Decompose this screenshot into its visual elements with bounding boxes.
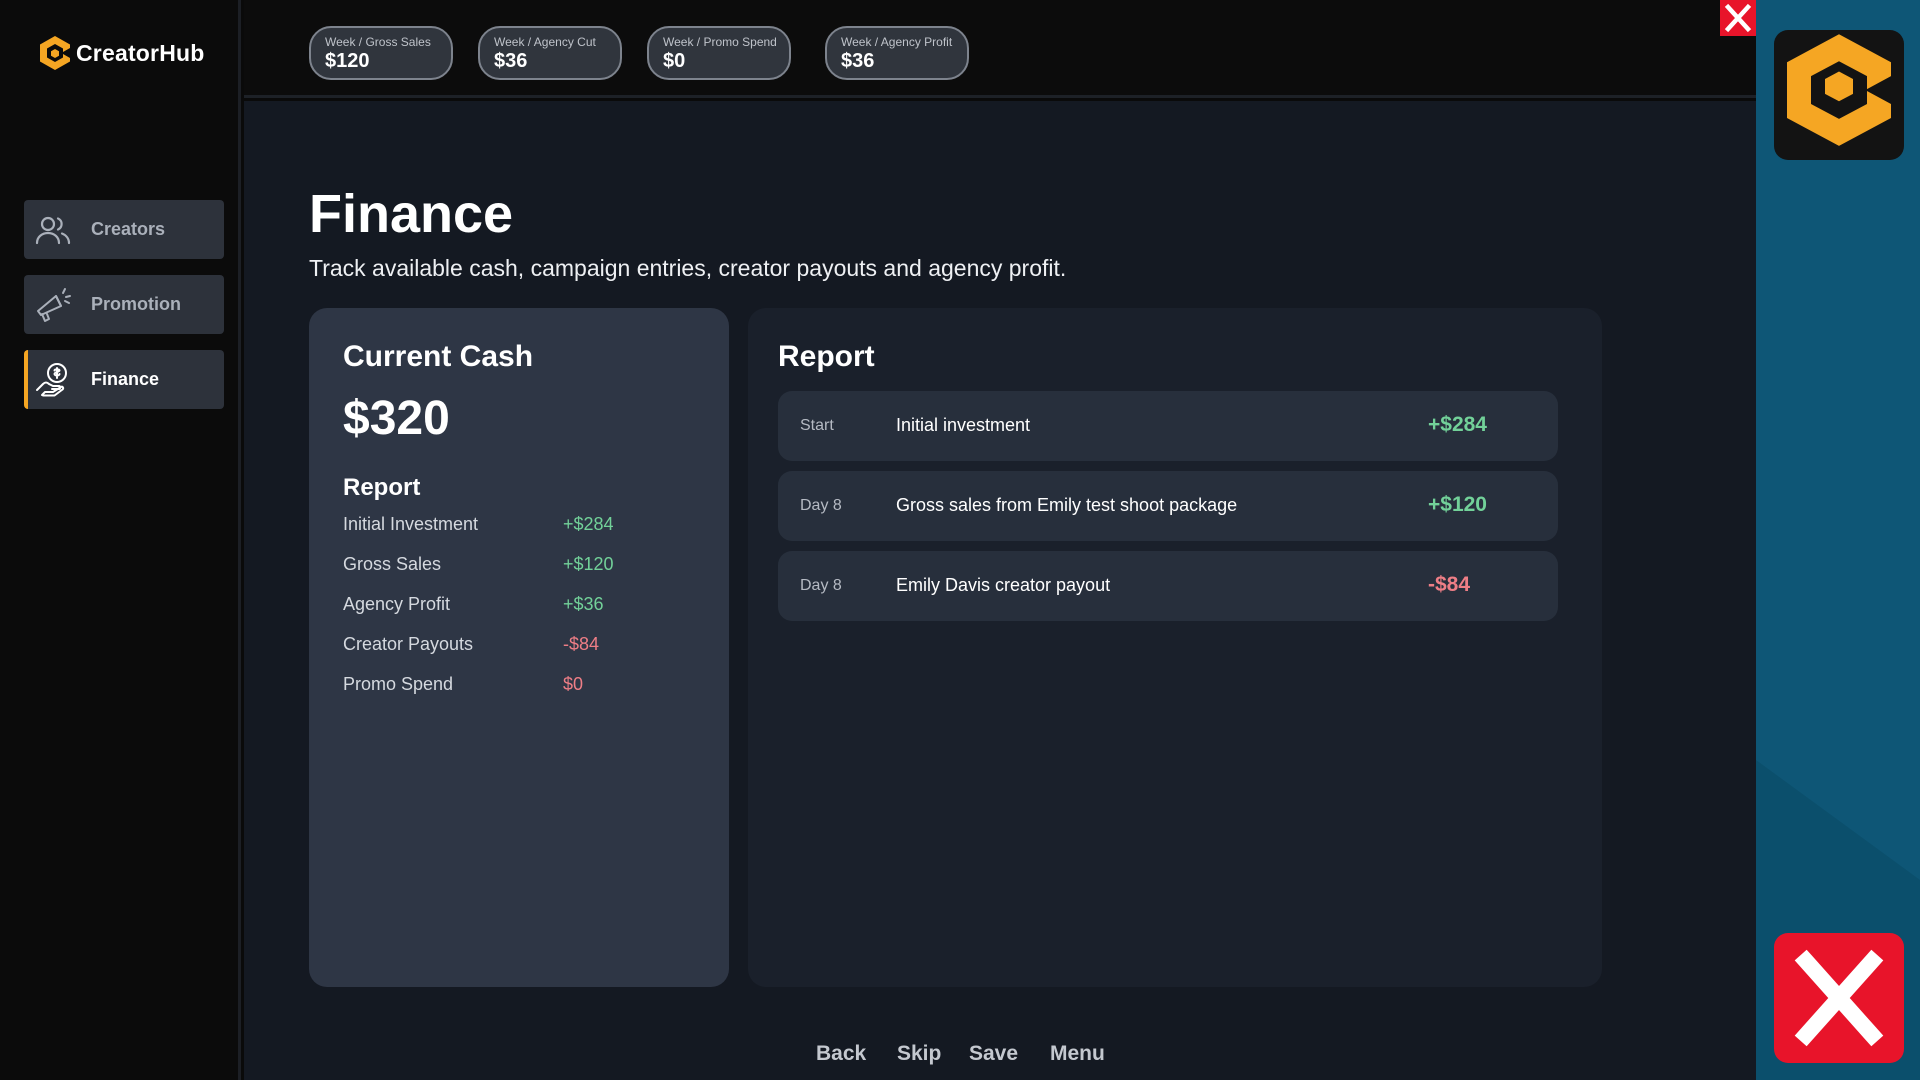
entry-amount: +$120: [1428, 493, 1487, 516]
cash-report-row: Creator Payouts -$84: [343, 634, 723, 658]
cash-row-label: Promo Spend: [343, 674, 454, 694]
stat-label: Week / Agency Profit: [841, 35, 953, 49]
stat-pill-agency-cut: Week / Agency Cut $36: [478, 26, 622, 80]
stat-label: Week / Promo Spend: [663, 35, 777, 49]
save-button[interactable]: Save: [969, 1042, 1018, 1066]
entry-day: Day 8: [800, 577, 842, 594]
sidebar-item-creators[interactable]: Creators: [24, 200, 224, 259]
stat-label: Week / Agency Cut: [494, 35, 596, 49]
report-entry: Start Initial investment +$284: [778, 391, 1558, 461]
cash-report-row: Initial Investment +$284: [343, 514, 723, 538]
ad-close-button[interactable]: [1774, 933, 1904, 1063]
cash-row-label: Agency Profit: [343, 594, 451, 614]
close-button[interactable]: [1720, 0, 1756, 36]
report-entry: Day 8 Gross sales from Emily test shoot …: [778, 471, 1558, 541]
stat-pill-gross-sales: Week / Gross Sales $120: [309, 26, 453, 80]
entry-day: Day 8: [800, 497, 842, 514]
cash-row-value: -$84: [563, 634, 600, 654]
skip-button[interactable]: Skip: [897, 1042, 941, 1066]
ad-panel: [1756, 0, 1920, 1080]
sidebar-item-label: Creators: [91, 219, 166, 239]
cash-row-value: +$36: [563, 594, 604, 614]
sidebar: CreatorHub Creators Promotion Finance: [0, 0, 241, 1080]
menu-button[interactable]: Menu: [1050, 1042, 1105, 1066]
stat-value: $36: [494, 50, 528, 72]
megaphone-icon: [37, 287, 71, 322]
stat-pill-promo-spend: Week / Promo Spend $0: [647, 26, 791, 80]
creatorhub-logo-icon: [40, 36, 70, 70]
current-cash-card: Current Cash $320 Report Initial Investm…: [309, 308, 729, 987]
stats-bar: Week / Gross Sales $120 Week / Agency Cu…: [244, 0, 1756, 98]
cash-row-label: Creator Payouts: [343, 634, 474, 654]
cash-row-value: +$120: [563, 554, 614, 574]
app-name: CreatorHub: [76, 39, 205, 66]
app-logo: CreatorHub: [38, 34, 205, 72]
cash-row-label: Initial Investment: [343, 514, 479, 534]
main-content: Finance Track available cash, campaign e…: [244, 101, 1756, 1080]
stat-label: Week / Gross Sales: [325, 35, 431, 49]
close-icon: [1724, 3, 1752, 33]
sidebar-item-label: Promotion: [91, 294, 181, 314]
ad-app-icon[interactable]: [1774, 30, 1904, 160]
report-entry: Day 8 Emily Davis creator payout -$84: [778, 551, 1558, 621]
stat-value: $36: [841, 50, 875, 72]
entry-amount: +$284: [1428, 413, 1487, 436]
cash-row-value: +$284: [563, 514, 614, 534]
entry-description: Gross sales from Emily test shoot packag…: [896, 495, 1238, 515]
cash-report-row: Agency Profit +$36: [343, 594, 723, 618]
cash-report-row: Promo Spend $0: [343, 674, 723, 698]
back-button[interactable]: Back: [816, 1042, 866, 1066]
entry-description: Initial investment: [896, 415, 1031, 435]
report-card: Report Start Initial investment +$284 Da…: [748, 308, 1602, 987]
creatorhub-logo-icon: [1787, 34, 1891, 146]
cash-report-title: Report: [343, 474, 421, 501]
report-title: Report: [778, 340, 875, 373]
entry-description: Emily Davis creator payout: [896, 575, 1111, 595]
page-subtitle: Track available cash, campaign entries, …: [309, 255, 1067, 281]
users-icon: [35, 216, 71, 244]
sidebar-item-finance[interactable]: Finance: [24, 350, 224, 409]
stat-value: $120: [325, 50, 370, 72]
stat-value: $0: [663, 50, 686, 72]
cash-row-label: Gross Sales: [343, 554, 442, 574]
cash-title: Current Cash: [343, 340, 534, 373]
cash-value: $320: [343, 392, 450, 445]
sidebar-item-label: Finance: [91, 369, 160, 389]
entry-amount: -$84: [1428, 573, 1471, 596]
ad-background-shape: [1756, 0, 1920, 1080]
stat-pill-agency-profit: Week / Agency Profit $36: [825, 26, 969, 80]
cash-row-value: $0: [563, 674, 584, 694]
money-hand-icon: [36, 362, 67, 396]
close-icon: [1794, 949, 1884, 1047]
entry-day: Start: [800, 417, 834, 434]
cash-report-row: Gross Sales +$120: [343, 554, 723, 578]
page-title: Finance: [309, 184, 514, 244]
sidebar-item-promotion[interactable]: Promotion: [24, 275, 224, 334]
